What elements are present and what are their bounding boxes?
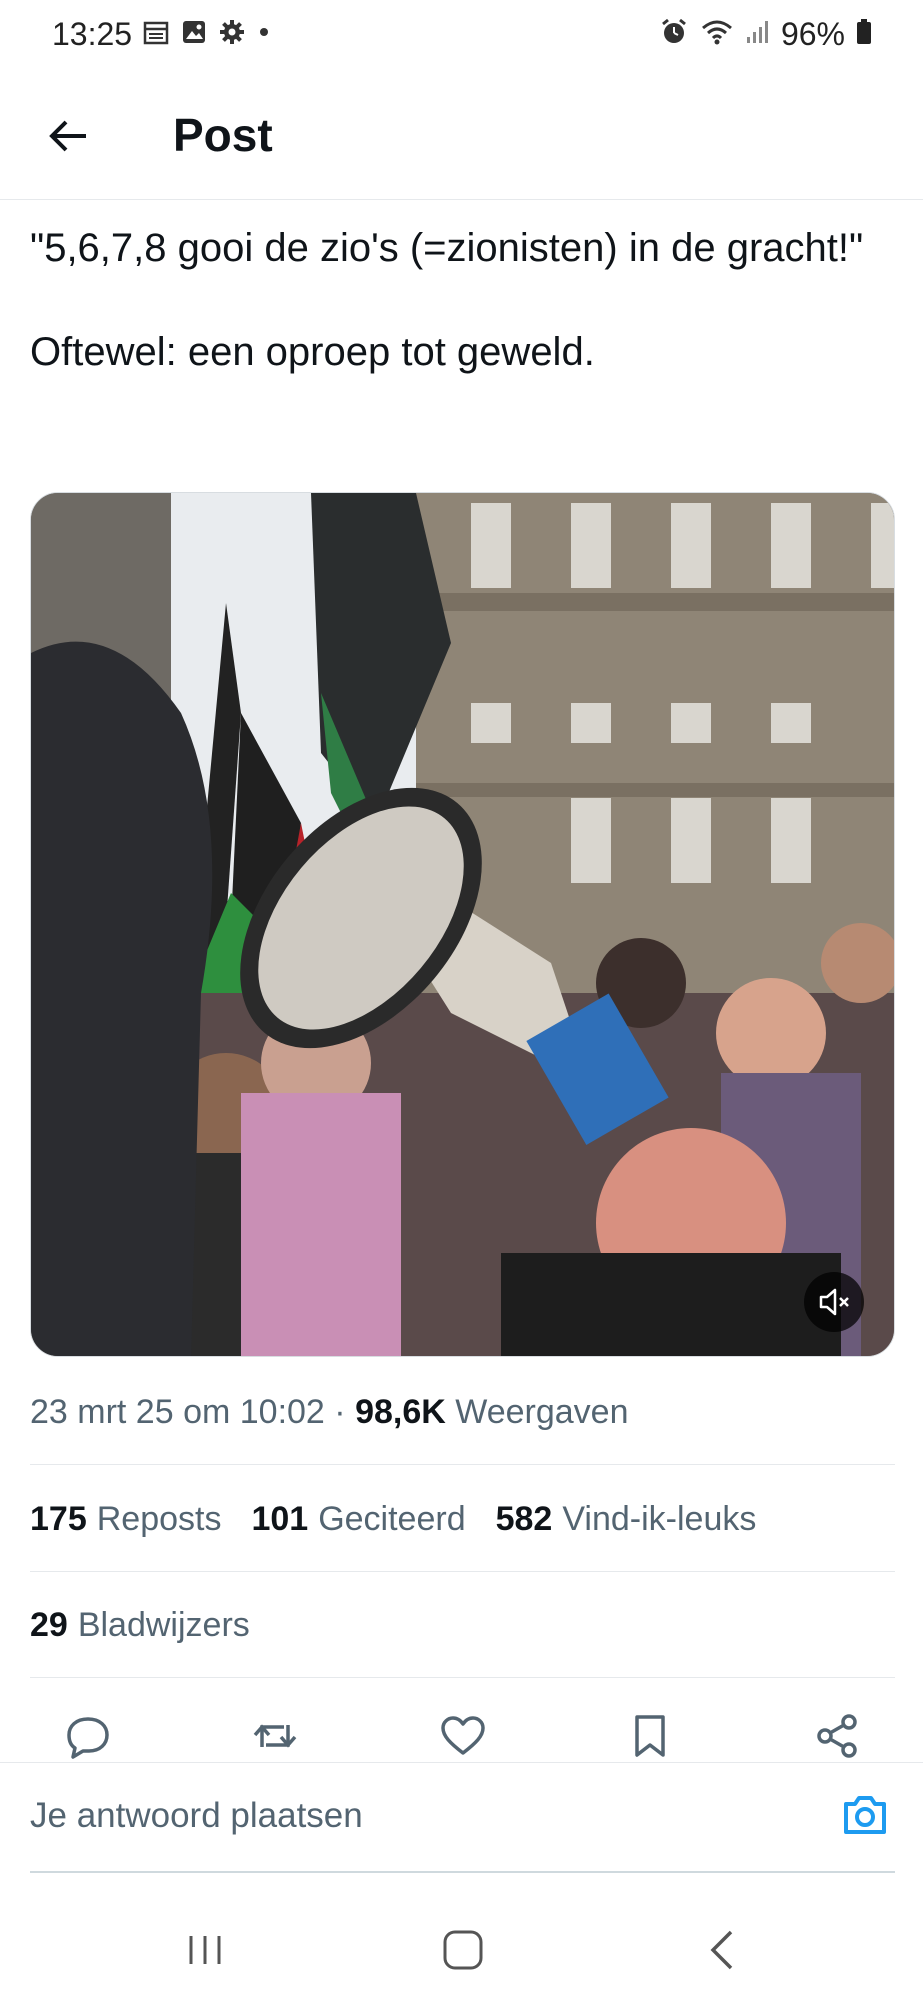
recents-icon [189, 1936, 221, 1964]
divider [30, 1571, 895, 1572]
divider [30, 1677, 895, 1678]
signal-icon [745, 17, 771, 52]
camera-icon [844, 1796, 886, 1834]
alarm-icon [659, 17, 689, 52]
dot-icon [256, 18, 272, 51]
bookmarks-label: Bladwijzers [77, 1606, 250, 1644]
post-video[interactable] [30, 492, 895, 1357]
quotes-count: 101 [251, 1500, 309, 1538]
post-body: "5,6,7,8 gooi de zio's (=zionisten) in d… [30, 222, 890, 378]
reposts-stat[interactable]: 175 Reposts [30, 1500, 221, 1539]
views-label: Weergaven [455, 1393, 629, 1431]
like-heart-icon [440, 1716, 485, 1755]
reposts-label: Reposts [96, 1500, 222, 1538]
back-chevron-icon [710, 1930, 733, 1970]
action-bar [30, 1708, 895, 1764]
recents-button[interactable] [170, 1920, 240, 1980]
speaker-mute-icon [819, 1288, 849, 1316]
post-meta: 23 mrt 25 om 10:02 · 98,6K Weergaven [30, 1393, 895, 1432]
divider [30, 1464, 895, 1465]
status-time: 13:25 [52, 16, 133, 52]
status-left: 13:25 [52, 16, 272, 53]
bookmark-button[interactable] [622, 1708, 678, 1764]
battery-icon [855, 17, 873, 52]
settings-gear-icon [218, 18, 246, 51]
reposts-count: 175 [30, 1500, 87, 1538]
back-nav-button[interactable] [688, 1920, 758, 1980]
views-count: 98,6K [355, 1393, 446, 1431]
home-icon [443, 1930, 483, 1970]
wifi-icon [699, 17, 735, 52]
post-timestamp[interactable]: 23 mrt 25 om 10:02 [30, 1393, 325, 1431]
status-bar: 13:25 96% [0, 0, 923, 72]
share-button[interactable] [809, 1708, 865, 1764]
share-icon [817, 1714, 857, 1758]
system-nav-bar [0, 1900, 923, 2000]
reply-button[interactable] [60, 1708, 116, 1764]
post-stats: 175 Reposts 101 Geciteerd 582 Vind-ik-leuks [30, 1500, 895, 1539]
status-right: 96% [659, 16, 873, 53]
post-text-line: Oftewel: een oproep tot geweld. [30, 330, 595, 374]
post-header: Post [0, 80, 923, 200]
mute-toggle-button[interactable] [804, 1272, 864, 1332]
reply-underline [30, 1871, 895, 1873]
back-button[interactable] [40, 108, 96, 164]
gallery-icon [180, 18, 208, 51]
bookmarks-stat[interactable]: 29 Bladwijzers [30, 1606, 250, 1645]
likes-stat[interactable]: 582 Vind-ik-leuks [496, 1500, 757, 1539]
reply-icon [67, 1717, 109, 1759]
bookmark-icon [635, 1715, 665, 1757]
reply-input[interactable]: Je antwoord plaatsen [30, 1783, 790, 1849]
meta-separator: · [334, 1393, 346, 1431]
post-text-line: "5,6,7,8 gooi de zio's (=zionisten) in d… [30, 226, 864, 270]
home-button[interactable] [428, 1920, 498, 1980]
camera-button[interactable] [837, 1787, 893, 1843]
video-frame [31, 493, 894, 1356]
likes-count: 582 [495, 1500, 553, 1538]
reply-composer: Je antwoord plaatsen [0, 1762, 923, 1873]
quotes-label: Geciteerd [318, 1500, 466, 1538]
arrow-left-icon [49, 120, 86, 152]
repost-icon [253, 1724, 297, 1748]
quotes-stat[interactable]: 101 Geciteerd [251, 1500, 465, 1539]
battery-percentage: 96% [780, 16, 845, 52]
page-title: Post [173, 109, 273, 161]
repost-button[interactable] [247, 1708, 303, 1764]
like-button[interactable] [435, 1708, 491, 1764]
calendar-icon [142, 18, 170, 51]
bookmarks-count: 29 [30, 1606, 68, 1644]
likes-label: Vind-ik-leuks [562, 1500, 757, 1538]
